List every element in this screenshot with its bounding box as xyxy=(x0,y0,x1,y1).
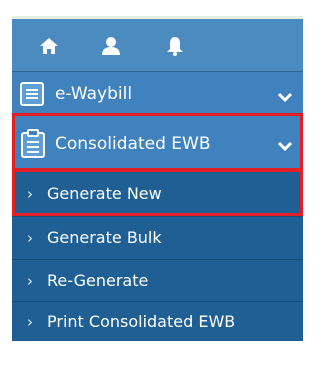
chevron-right-icon: › xyxy=(27,272,33,290)
submenu-item-generate-new[interactable]: › Generate New xyxy=(12,171,303,217)
menu-label-ewaybill: e-Waybill xyxy=(55,84,133,104)
menu-label-consolidated-ewb: Consolidated EWB xyxy=(55,134,211,154)
submenu-item-print-consolidated-ewb[interactable]: › Print Consolidated EWB xyxy=(12,302,303,341)
user-icon[interactable] xyxy=(100,35,122,57)
chevron-right-icon: › xyxy=(27,185,33,203)
submenu-item-re-generate[interactable]: › Re-Generate xyxy=(12,260,303,302)
top-icon-bar xyxy=(12,19,303,72)
submenu-label: Print Consolidated EWB xyxy=(47,312,236,331)
menu-item-ewaybill[interactable]: e-Waybill xyxy=(12,72,303,116)
submenu-label: Re-Generate xyxy=(47,271,149,290)
home-icon[interactable] xyxy=(38,35,60,57)
submenu-label: Generate New xyxy=(47,184,162,203)
chevron-down-icon[interactable] xyxy=(277,89,293,103)
submenu-label: Generate Bulk xyxy=(47,228,162,247)
submenu-item-generate-bulk[interactable]: › Generate Bulk xyxy=(12,217,303,260)
menu-item-consolidated-ewb[interactable]: Consolidated EWB xyxy=(12,116,303,171)
document-icon xyxy=(19,81,45,111)
sidebar-menu: e-Waybill Consolidated EWB › Generate Ne… xyxy=(12,16,303,341)
chevron-down-icon[interactable] xyxy=(277,138,293,152)
clipboard-icon xyxy=(19,129,47,163)
bell-icon[interactable] xyxy=(164,35,186,57)
chevron-right-icon: › xyxy=(27,229,33,247)
chevron-right-icon: › xyxy=(27,313,33,331)
